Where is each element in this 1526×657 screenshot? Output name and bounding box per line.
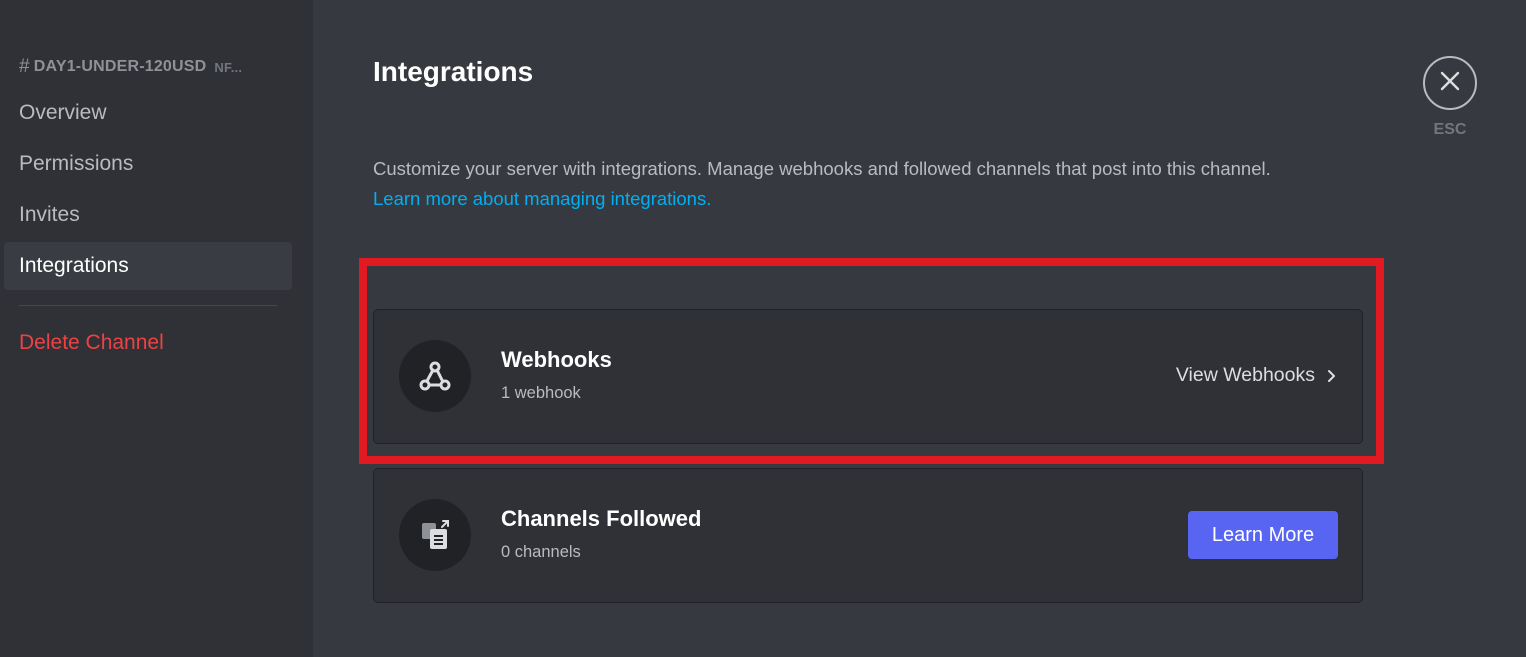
- channels-followed-title: Channels Followed: [501, 506, 702, 531]
- sidebar-divider: [19, 305, 277, 306]
- delete-channel-button[interactable]: Delete Channel: [4, 319, 292, 367]
- channel-settings: # DAY1-UNDER-120USD NF... Overview Permi…: [0, 0, 1526, 657]
- close-button[interactable]: [1423, 56, 1477, 110]
- channels-followed-count: 0 channels: [501, 543, 581, 561]
- channel-follow-icon: [399, 499, 471, 571]
- close-icon: [1439, 70, 1461, 97]
- description-text: Customize your server with integrations.…: [373, 158, 1271, 179]
- sidebar-item-integrations[interactable]: Integrations: [4, 242, 292, 290]
- settings-sidebar: # DAY1-UNDER-120USD NF... Overview Permi…: [0, 0, 313, 657]
- page-description: Customize your server with integrations.…: [373, 154, 1373, 214]
- learn-more-integrations-link[interactable]: Learn more about managing integrations.: [373, 188, 711, 209]
- sidebar-item-overview[interactable]: Overview: [4, 89, 292, 137]
- learn-more-button[interactable]: Learn More: [1188, 511, 1338, 559]
- sidebar-item-invites[interactable]: Invites: [4, 191, 292, 239]
- close-area: ESC: [1423, 56, 1477, 139]
- page-title: Integrations: [373, 56, 534, 87]
- channel-category: NF...: [214, 59, 243, 75]
- webhook-icon: [399, 340, 471, 412]
- webhooks-title: Webhooks: [501, 347, 612, 372]
- sidebar-item-label: Invites: [19, 203, 80, 226]
- sidebar-item-label: Overview: [19, 101, 107, 124]
- webhooks-card: Webhooks 1 webhook View Webhooks: [373, 309, 1363, 444]
- channels-followed-card: Channels Followed 0 channels Learn More: [373, 468, 1363, 603]
- hash-icon: #: [19, 56, 30, 77]
- sidebar-channel-header: # DAY1-UNDER-120USD NF...: [19, 56, 242, 78]
- view-webhooks-button[interactable]: View Webhooks: [1176, 364, 1337, 387]
- sidebar-item-label: Integrations: [19, 254, 129, 277]
- webhooks-count: 1 webhook: [501, 384, 581, 402]
- view-webhooks-label: View Webhooks: [1175, 364, 1315, 386]
- sidebar-item-label: Delete Channel: [19, 331, 164, 354]
- channel-name: DAY1-UNDER-120USD: [33, 58, 207, 75]
- esc-label: ESC: [1433, 121, 1467, 138]
- sidebar-item-permissions[interactable]: Permissions: [4, 140, 292, 188]
- sidebar-item-label: Permissions: [19, 152, 134, 175]
- chevron-right-icon: [1327, 369, 1337, 383]
